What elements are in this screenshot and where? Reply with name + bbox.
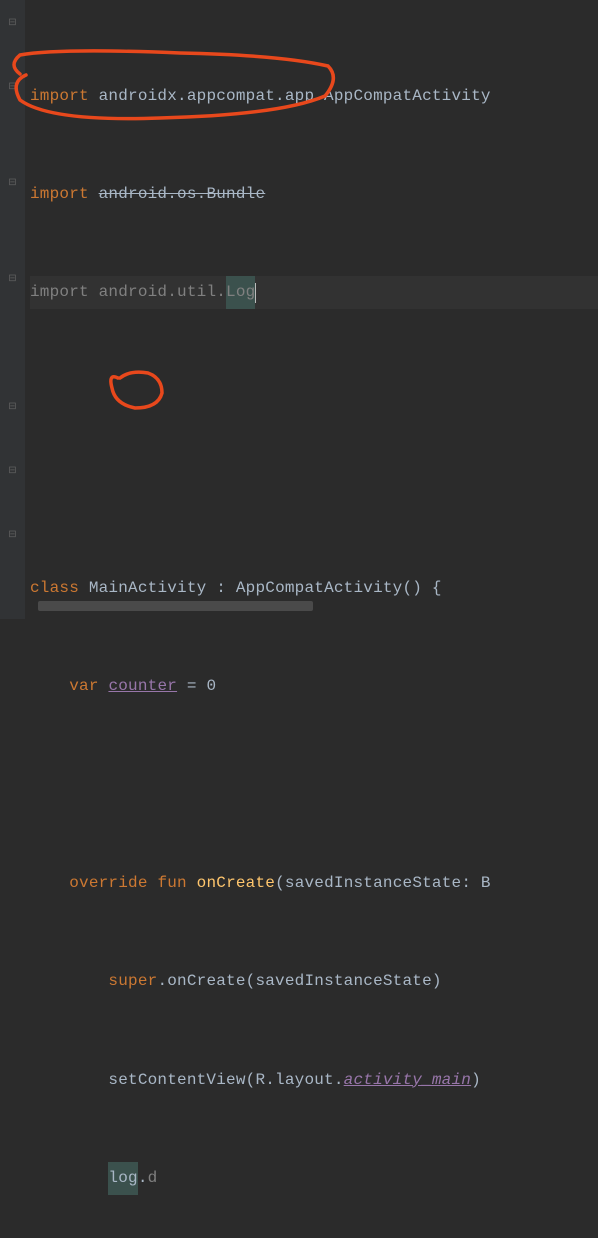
import-path: androidx.appcompat.app.AppCompatActivity [99,80,491,113]
log-ref: log [108,1162,137,1195]
function-name: onCreate [197,867,275,900]
keyword: fun [157,867,186,900]
code-line[interactable]: setContentView(R.layout.activity_main) [30,1064,598,1097]
code-line[interactable]: import androidx.appcompat.app.AppCompatA… [30,80,598,113]
text-caret [255,283,256,303]
empty-line[interactable] [30,473,598,506]
horizontal-scrollbar[interactable] [38,601,313,611]
code-line[interactable]: override fun onCreate(savedInstanceState… [30,867,598,900]
code-line-current[interactable]: import android.util.Log [30,276,598,309]
fold-icon[interactable]: ⊟ [7,401,19,413]
import-path-gray: android.util. [99,276,226,309]
code-line[interactable]: import android.os.Bundle [30,178,598,211]
fold-icon[interactable]: ⊟ [7,81,19,93]
empty-line[interactable] [30,768,598,801]
fold-icon[interactable] [7,209,19,221]
fold-icon[interactable] [7,145,19,157]
code-line[interactable]: super.onCreate(savedInstanceState) [30,965,598,998]
keyword-gray: import [30,276,89,309]
code-line[interactable]: var counter = 0 [30,670,598,703]
keyword: import [30,178,89,211]
fold-icon[interactable] [7,49,19,61]
fold-icon[interactable] [7,305,19,317]
fold-icon[interactable]: ⊟ [7,529,19,541]
var-name: counter [108,670,177,703]
keyword: super [108,965,157,998]
code-line[interactable]: log.d [30,1162,598,1195]
keyword: import [30,80,89,113]
keyword: override [69,867,147,900]
fold-icon[interactable]: ⊟ [7,273,19,285]
editor-container: ⊟ ⊟ ⊟ ⊟ ⊟ ⊟ ⊟ import androidx.appcompat.… [0,0,598,619]
fold-icon[interactable] [7,433,19,445]
fold-icon[interactable] [7,337,19,349]
fold-icon[interactable] [7,497,19,509]
extends-name: AppCompatActivity [236,572,403,605]
import-path-unused: android.os.Bundle [99,178,266,211]
fold-icon[interactable]: ⊟ [7,177,19,189]
import-class-highlight: Log [226,276,255,309]
fold-icon[interactable]: ⊟ [7,465,19,477]
fold-icon[interactable] [7,241,19,253]
keyword: class [30,572,79,605]
resource-ref: activity_main [344,1064,471,1097]
gutter: ⊟ ⊟ ⊟ ⊟ ⊟ ⊟ ⊟ [0,0,25,619]
code-line[interactable]: class MainActivity : AppCompatActivity()… [30,572,598,605]
empty-line[interactable] [30,375,598,408]
class-name: MainActivity [89,572,207,605]
keyword: var [69,670,98,703]
fold-icon[interactable] [7,113,19,125]
code-area[interactable]: import androidx.appcompat.app.AppCompatA… [25,0,598,619]
fold-icon[interactable]: ⊟ [7,17,19,29]
fold-icon[interactable] [7,369,19,381]
